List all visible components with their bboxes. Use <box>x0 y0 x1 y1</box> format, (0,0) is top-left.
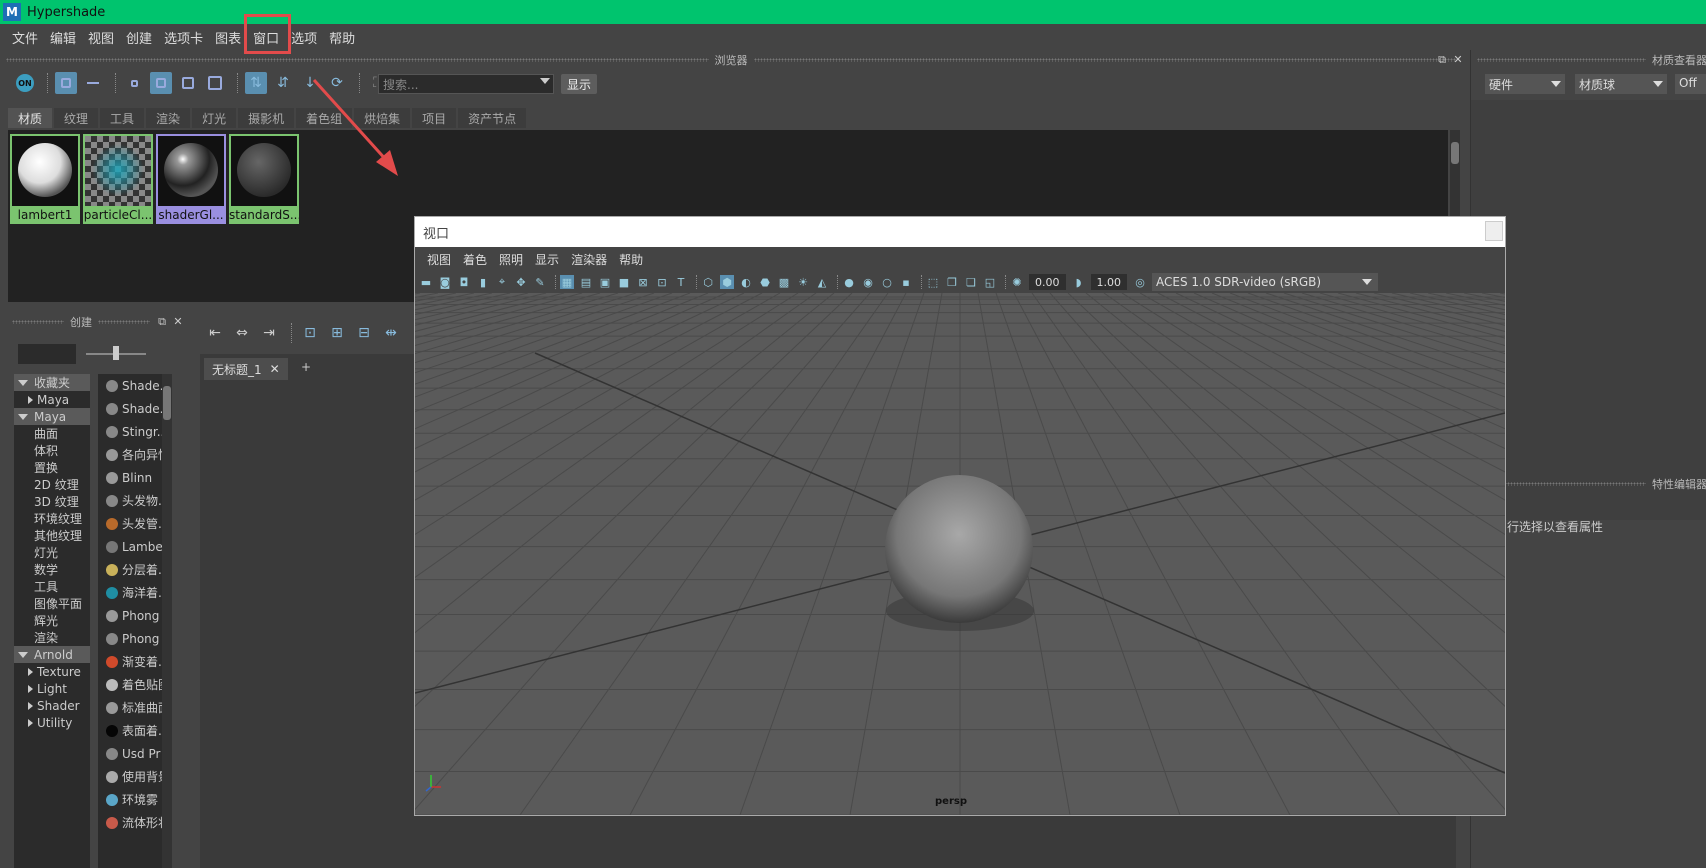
textured-icon[interactable]: ▩ <box>777 275 791 289</box>
anti-aliasing-icon[interactable]: ○ <box>880 275 894 289</box>
exposure-input[interactable]: 0.00 <box>1029 274 1066 290</box>
safe-action-icon[interactable]: ⊡ <box>655 275 669 289</box>
viewport-toolbar: ▬ ◙ ◘ ▮ ⌖ ✥ ✎ ▦ ▤ ▣ ■ ⊠ ⊡ T ⬡ ⬢ ◐ ⬣ ▩ ☀ … <box>415 271 1505 293</box>
motion-blur-icon[interactable]: ◉ <box>861 275 875 289</box>
gamma-icon[interactable]: ◗ <box>1072 275 1086 289</box>
vp-menu-view[interactable]: 视图 <box>421 251 457 268</box>
safe-title-icon[interactable]: T <box>674 275 688 289</box>
view-transform-value: ACES 1.0 SDR-video (sRGB) <box>1156 275 1322 289</box>
vp-menu-shading[interactable]: 着色 <box>457 251 493 268</box>
resolution-gate-icon[interactable]: ▣ <box>598 275 612 289</box>
gamma-input[interactable]: 1.00 <box>1090 274 1127 290</box>
grease-pencil-icon[interactable]: ✎ <box>533 275 547 289</box>
default-material-icon[interactable]: ◐ <box>739 275 753 289</box>
viewport-title: 视口 <box>423 226 450 242</box>
vp-menu-help[interactable]: 帮助 <box>613 251 649 268</box>
camera-attr-icon[interactable]: ◙ <box>438 275 452 289</box>
xray-joints-icon[interactable]: ❏ <box>964 275 978 289</box>
2d-pan-icon[interactable]: ✥ <box>514 275 528 289</box>
field-chart-icon[interactable]: ⊠ <box>636 275 650 289</box>
vp-menu-lighting[interactable]: 照明 <box>493 251 529 268</box>
viewport-menu-bar: 视图 着色 照明 显示 渲染器 帮助 <box>415 247 1505 271</box>
chevron-down-icon <box>1362 279 1372 285</box>
xray-icon[interactable]: ❐ <box>945 275 959 289</box>
shadows-icon[interactable]: ◭ <box>815 275 829 289</box>
camera-icon[interactable]: ▬ <box>419 275 433 289</box>
vp-menu-show[interactable]: 显示 <box>529 251 565 268</box>
depth-of-field-icon[interactable]: ▪ <box>899 275 913 289</box>
vp-menu-renderer[interactable]: 渲染器 <box>565 251 613 268</box>
isolate-select-icon[interactable]: ⬚ <box>926 275 940 289</box>
image-plane-icon[interactable]: ⌖ <box>495 275 509 289</box>
xray-components-icon[interactable]: ◱ <box>983 275 997 289</box>
camera-label: persp <box>935 796 967 807</box>
gate-mask-icon[interactable]: ■ <box>617 275 631 289</box>
wireframe-icon[interactable]: ⬡ <box>701 275 715 289</box>
film-gate-icon[interactable]: ▤ <box>579 275 593 289</box>
grid-icon[interactable]: ▦ <box>560 275 574 289</box>
viewport-window: 视口 视图 着色 照明 显示 渲染器 帮助 ▬ ◙ ◘ ▮ ⌖ ✥ ✎ ▦ ▤ … <box>414 216 1506 816</box>
bookmark-icon[interactable]: ▮ <box>476 275 490 289</box>
wireframe-on-shaded-icon[interactable]: ⬣ <box>758 275 772 289</box>
viewport-3d-scene[interactable] <box>415 293 1505 815</box>
lights-icon[interactable]: ☀ <box>796 275 810 289</box>
viewport-close-button[interactable] <box>1485 221 1503 241</box>
smooth-shade-icon[interactable]: ⬢ <box>720 275 734 289</box>
camera-lock-icon[interactable]: ◘ <box>457 275 471 289</box>
color-management-icon[interactable]: ◎ <box>1133 275 1147 289</box>
exposure-icon[interactable]: ✺ <box>1010 275 1024 289</box>
view-transform-select[interactable]: ACES 1.0 SDR-video (sRGB) <box>1152 273 1378 291</box>
ambient-occlusion-icon[interactable]: ● <box>842 275 856 289</box>
viewport-title-bar[interactable]: 视口 <box>415 217 1505 247</box>
